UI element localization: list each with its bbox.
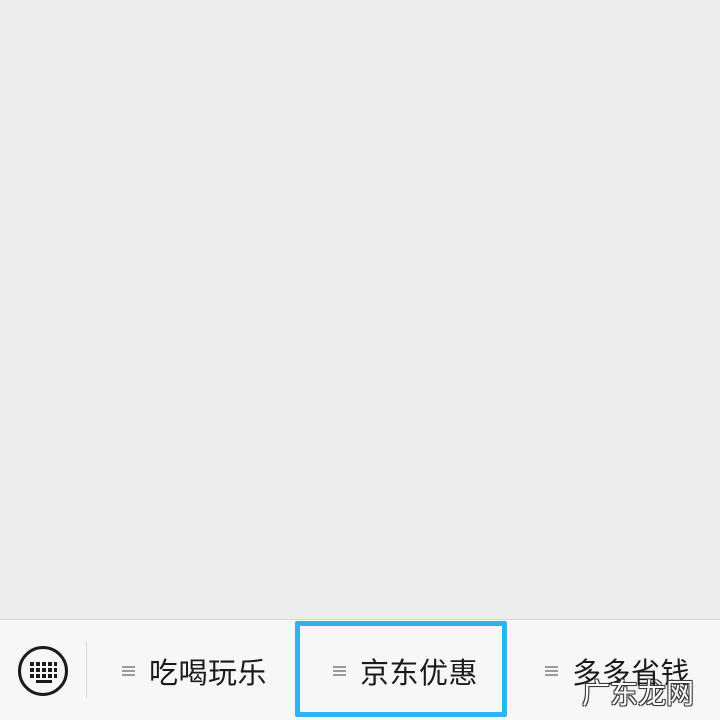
keyboard-icon (30, 662, 57, 683)
site-watermark: 广东龙网 (582, 677, 695, 710)
menu-divider (86, 642, 87, 698)
menu-item-label: 京东优惠 (360, 655, 479, 690)
menu-item-jingdong-youhui[interactable]: 京东优惠 (333, 620, 478, 720)
menu-list-icon (122, 664, 135, 678)
menu-list-icon (545, 664, 558, 678)
menu-item-label: 吃喝玩乐 (149, 655, 268, 690)
keyboard-toggle-button[interactable] (18, 646, 68, 696)
menu-list-icon (333, 664, 346, 678)
menu-item-chihe-wanle[interactable]: 吃喝玩乐 (122, 620, 267, 720)
chat-message-area (0, 0, 720, 619)
chat-screen: 吃喝玩乐 京东优惠 多多省钱 广东龙网 (0, 0, 720, 720)
